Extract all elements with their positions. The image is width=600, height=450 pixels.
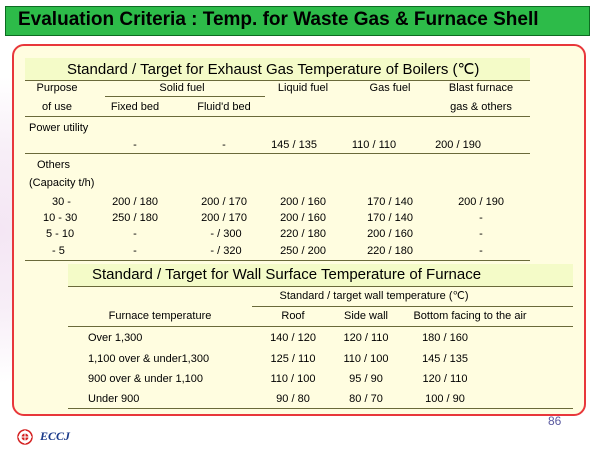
cell: - bbox=[133, 245, 137, 257]
header-rule bbox=[25, 116, 530, 117]
table2-bottom-rule bbox=[68, 408, 573, 409]
cell: 200 / 190 bbox=[458, 196, 504, 208]
cap-label: 30 - bbox=[52, 196, 71, 208]
cell: 200 / 160 bbox=[367, 228, 413, 240]
table2-title: Standard / Target for Wall Surface Tempe… bbox=[92, 266, 482, 283]
header-liquid-fuel: Liquid fuel bbox=[277, 82, 329, 94]
row-label-power-utility: Power utility bbox=[29, 122, 89, 134]
header-gas-fuel: Gas fuel bbox=[369, 82, 411, 94]
page-number: 86 bbox=[548, 414, 562, 428]
col-side-wall: Side wall bbox=[343, 310, 389, 322]
cell: 250 / 200 bbox=[280, 245, 326, 257]
cell: 250 / 180 bbox=[112, 212, 158, 224]
cell: 200 / 170 bbox=[201, 212, 247, 224]
cell: 200 / 180 bbox=[112, 196, 158, 208]
row-label: 1,100 over & under1,300 bbox=[88, 353, 210, 365]
logo-text: ECCJ bbox=[40, 429, 71, 443]
cell: - / 320 bbox=[210, 245, 242, 257]
cell: 200 / 170 bbox=[201, 196, 247, 208]
header-blast-2: gas & others bbox=[450, 101, 512, 113]
title-bar: Evaluation Criteria : Temp. for Waste Ga… bbox=[5, 6, 590, 36]
cell: 170 / 140 bbox=[367, 212, 413, 224]
cell: 100 / 90 bbox=[425, 393, 465, 405]
page-title: Evaluation Criteria : Temp. for Waste Ga… bbox=[18, 9, 539, 30]
cell: - bbox=[479, 212, 483, 224]
cell: - / 300 bbox=[210, 228, 242, 240]
cell: 90 / 80 bbox=[276, 393, 310, 405]
header-fluid-bed: Fluid'd bed bbox=[197, 101, 251, 113]
cell: 220 / 180 bbox=[367, 245, 413, 257]
col-roof: Roof bbox=[281, 310, 305, 322]
solid-fuel-rule bbox=[105, 96, 265, 97]
cell: 120 / 110 bbox=[343, 332, 389, 344]
cell: 145 / 135 bbox=[271, 139, 317, 151]
cell: 80 / 70 bbox=[349, 393, 383, 405]
header-purpose-2: of use bbox=[42, 101, 72, 113]
row-label-others: Others bbox=[37, 159, 71, 171]
group-header-rule bbox=[252, 306, 573, 307]
power-utility-rule bbox=[25, 153, 530, 154]
row-label: Over 1,300 bbox=[88, 332, 143, 344]
cell: 145 / 135 bbox=[422, 353, 468, 365]
cell: - bbox=[222, 139, 226, 151]
col-bottom: Bottom facing to the air bbox=[413, 310, 527, 322]
cell: 170 / 140 bbox=[367, 196, 413, 208]
row-label: Under 900 bbox=[88, 393, 140, 405]
cap-label: 10 - 30 bbox=[43, 212, 78, 224]
table2-title-bar: Standard / Target for Wall Surface Tempe… bbox=[68, 264, 573, 287]
row-label: 900 over & under 1,100 bbox=[88, 373, 203, 385]
table2-group-header: Standard / target wall temperature (℃) bbox=[279, 290, 469, 302]
cap-label: 5 - 10 bbox=[46, 228, 75, 240]
col-furnace-temperature: Furnace temperature bbox=[108, 310, 212, 322]
cell: - bbox=[479, 245, 483, 257]
cell: 120 / 110 bbox=[422, 373, 468, 385]
header-purpose-1: Purpose bbox=[36, 82, 78, 94]
header-fixed-bed: Fixed bed bbox=[110, 101, 160, 113]
table2-header-rule bbox=[68, 326, 573, 327]
cell: 110 / 110 bbox=[351, 139, 397, 151]
table1-title-bar: Standard / Target for Exhaust Gas Temper… bbox=[25, 58, 530, 81]
cap-label: - 5 bbox=[52, 245, 65, 257]
cell: 200 / 190 bbox=[435, 139, 481, 151]
table1-bottom-rule bbox=[25, 260, 530, 261]
cell: 200 / 160 bbox=[280, 196, 326, 208]
cell: - bbox=[133, 139, 137, 151]
cell: 110 / 100 bbox=[270, 373, 316, 385]
header-solid-fuel: Solid fuel bbox=[159, 82, 205, 94]
cell: - bbox=[479, 228, 483, 240]
cell: 125 / 110 bbox=[270, 353, 316, 365]
cell: 220 / 180 bbox=[280, 228, 326, 240]
cell: 95 / 90 bbox=[349, 373, 383, 385]
cell: 140 / 120 bbox=[270, 332, 316, 344]
cell: 110 / 100 bbox=[343, 353, 389, 365]
header-blast-1: Blast furnace bbox=[448, 82, 514, 94]
cell: 200 / 160 bbox=[280, 212, 326, 224]
cell: 180 / 160 bbox=[422, 332, 468, 344]
cell: - bbox=[133, 228, 137, 240]
table1-title: Standard / Target for Exhaust Gas Temper… bbox=[67, 61, 480, 78]
row-label-capacity: (Capacity t/h) bbox=[29, 177, 95, 189]
